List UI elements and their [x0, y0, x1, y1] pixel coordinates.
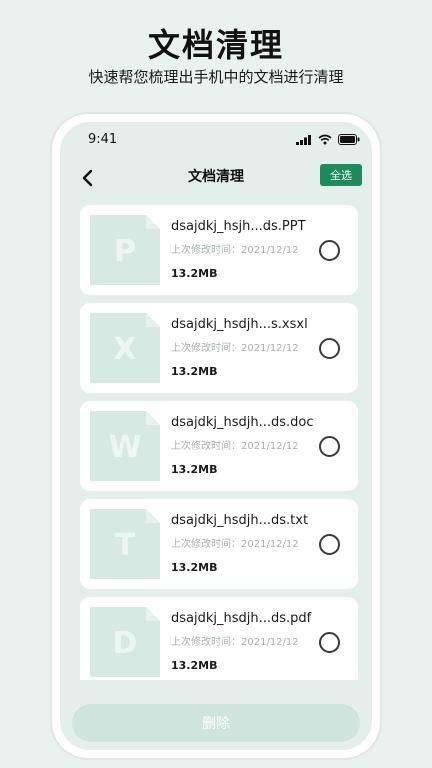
signal-icon [296, 135, 311, 145]
file-name: dsajdkj_hsdjh...s.xsxl [171, 317, 308, 332]
page-subtitle: 快速帮您梳理出手机中的文档进行清理 [88, 68, 344, 86]
ppt-file-icon: P [90, 215, 160, 285]
select-all-button[interactable]: 全选 [320, 164, 362, 186]
file-modified: 上次修改时间：2021/12/12 [171, 343, 299, 354]
word-file-icon: W [90, 411, 160, 481]
file-size: 13.2MB [171, 365, 218, 378]
file-modified: 上次修改时间：2021/12/12 [171, 539, 299, 550]
phone-screen: 9:41 文档清理 全选 P dsajdkj_hsjh...ds.PPT 上次修… [60, 122, 372, 750]
file-size: 13.2MB [171, 659, 218, 672]
file-card[interactable]: D dsajdkj_hsdjh...ds.pdf 上次修改时间：2021/12/… [80, 597, 358, 687]
status-icons [296, 134, 360, 145]
select-radio[interactable] [319, 338, 340, 359]
file-name: dsajdkj_hsdjh...ds.pdf [171, 611, 312, 626]
file-name: dsajdkj_hsdjh...ds.doc [171, 415, 314, 430]
select-radio[interactable] [319, 534, 340, 555]
file-name: dsajdkj_hsjh...ds.PPT [171, 219, 306, 234]
phone-frame: 9:41 文档清理 全选 P dsajdkj_hsjh...ds.PPT 上次修… [52, 114, 380, 758]
wifi-icon [318, 134, 332, 145]
file-name: dsajdkj_hsdjh...ds.txt [171, 513, 309, 528]
text-file-icon: T [90, 509, 160, 579]
file-modified: 上次修改时间：2021/12/12 [171, 637, 299, 648]
file-size: 13.2MB [171, 267, 218, 280]
select-radio[interactable] [319, 436, 340, 457]
excel-file-icon: X [90, 313, 160, 383]
file-size: 13.2MB [171, 463, 218, 476]
file-modified: 上次修改时间：2021/12/12 [171, 245, 299, 256]
select-radio[interactable] [319, 632, 340, 653]
status-time: 9:41 [88, 132, 118, 147]
file-modified: 上次修改时间：2021/12/12 [171, 441, 299, 452]
file-size: 13.2MB [171, 561, 218, 574]
file-list: P dsajdkj_hsjh...ds.PPT 上次修改时间：2021/12/1… [80, 205, 358, 695]
delete-button[interactable]: 删除 [72, 704, 360, 742]
select-radio[interactable] [319, 240, 340, 261]
page-title: 文档清理 [147, 26, 284, 64]
pdf-file-icon: D [90, 607, 160, 677]
file-card[interactable]: X dsajdkj_hsdjh...s.xsxl 上次修改时间：2021/12/… [80, 303, 358, 393]
file-card[interactable]: T dsajdkj_hsdjh...ds.txt 上次修改时间：2021/12/… [80, 499, 358, 589]
file-card[interactable]: P dsajdkj_hsjh...ds.PPT 上次修改时间：2021/12/1… [80, 205, 358, 295]
battery-icon [338, 134, 360, 145]
file-card[interactable]: W dsajdkj_hsdjh...ds.doc 上次修改时间：2021/12/… [80, 401, 358, 491]
